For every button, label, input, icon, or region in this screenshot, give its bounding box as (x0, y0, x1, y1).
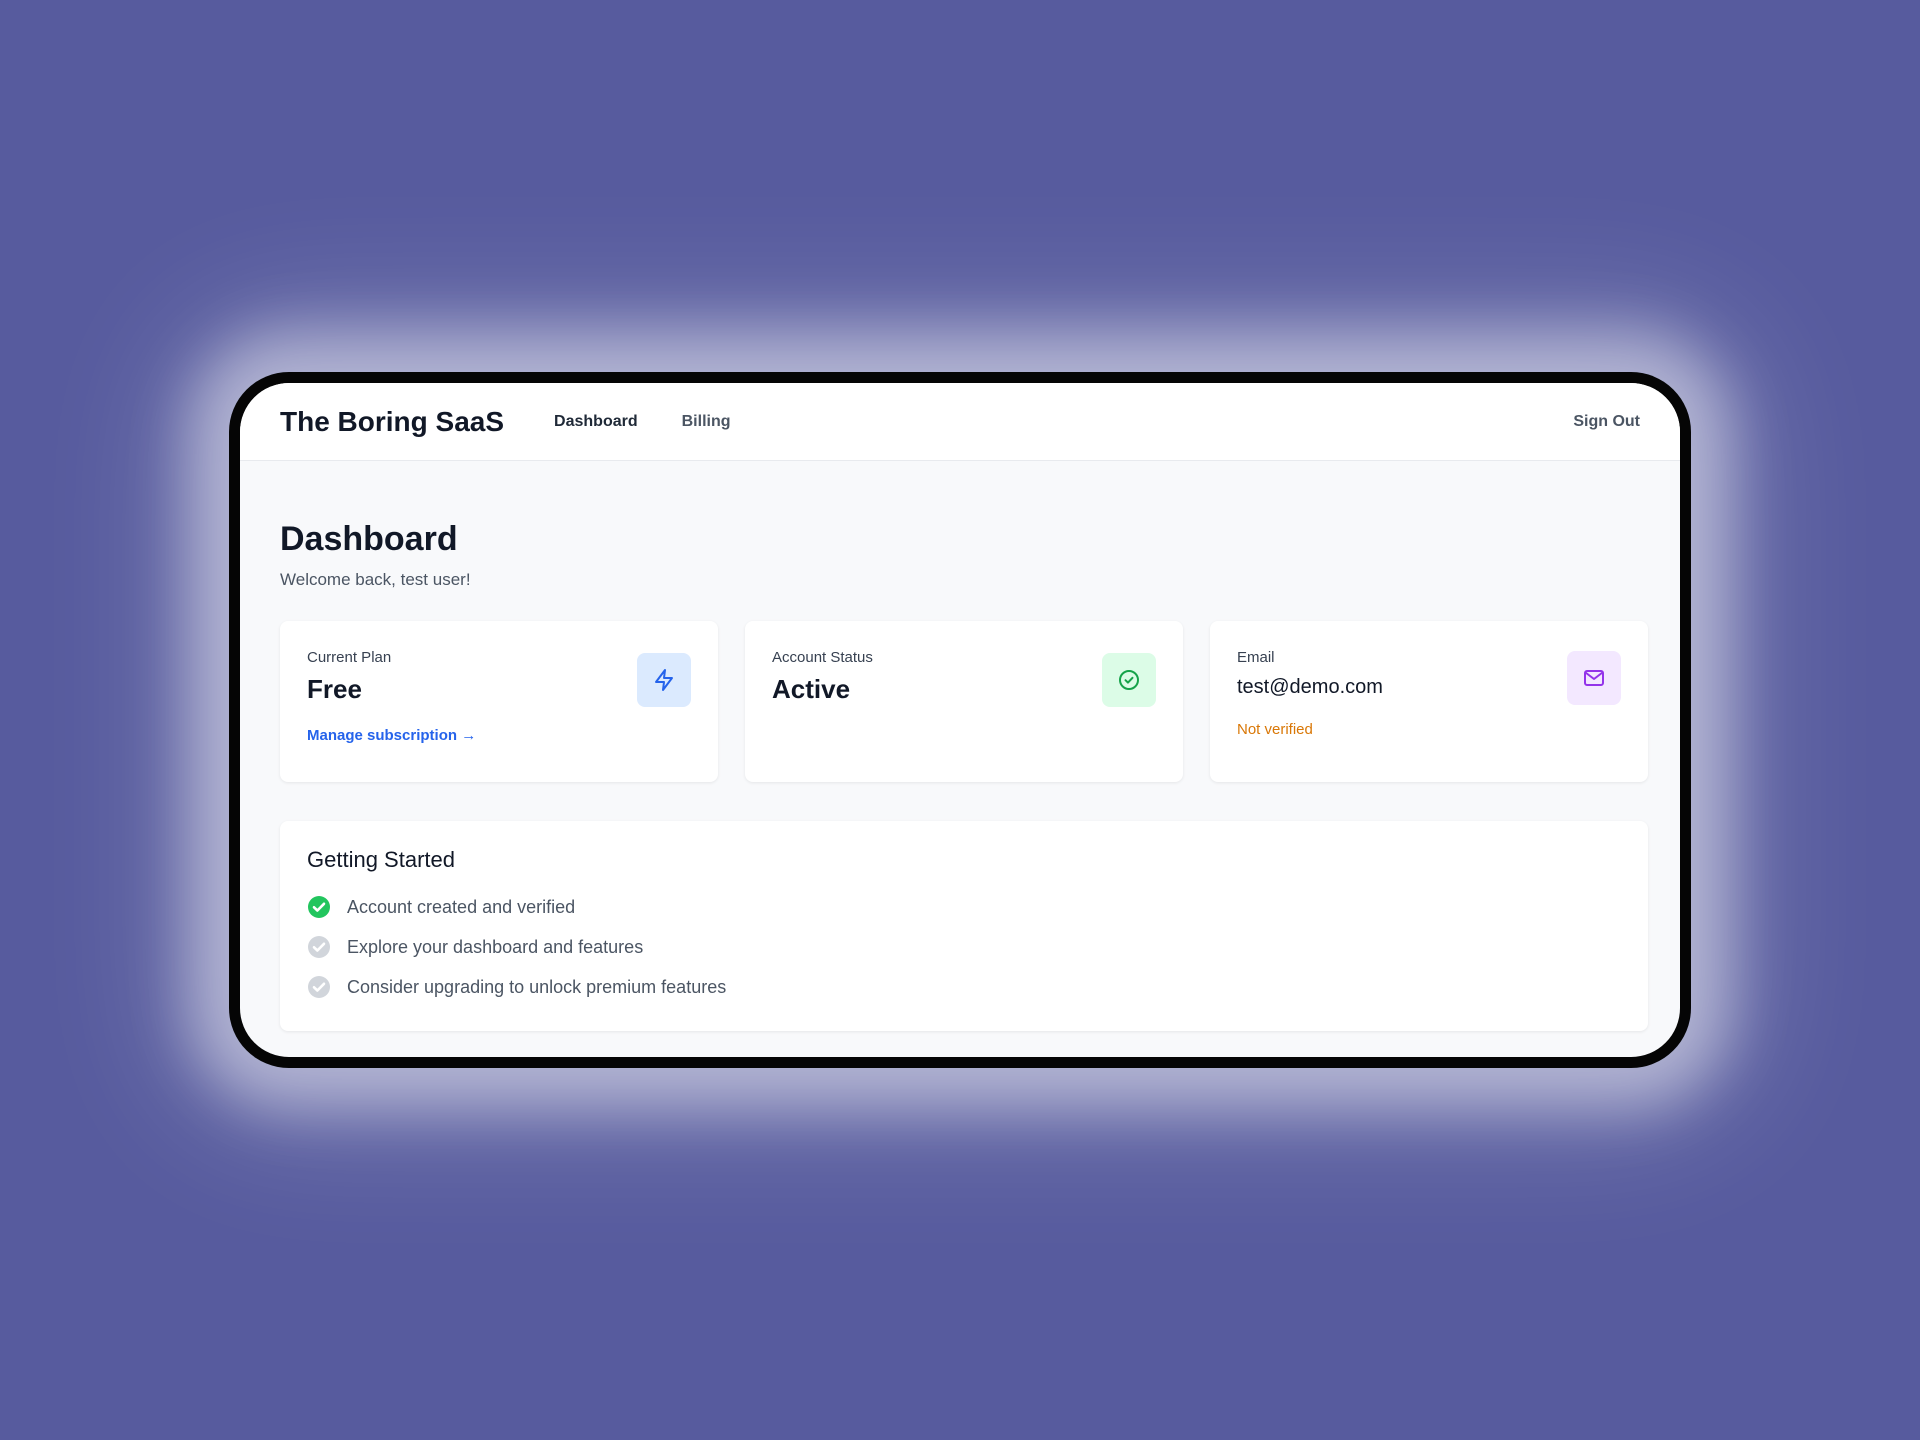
stats-cards: Current Plan Free Manage subscription → … (280, 621, 1648, 782)
check-pending-icon (308, 936, 330, 958)
check-pending-icon (308, 976, 330, 998)
checklist-text: Account created and verified (347, 896, 576, 917)
section-title: Getting Started (307, 847, 455, 872)
check-complete-icon (308, 896, 330, 918)
status-value: Active (772, 674, 851, 704)
brand-logo[interactable]: The Boring SaaS (280, 406, 504, 438)
card-label: Account Status (772, 649, 873, 666)
lightning-icon (637, 653, 691, 707)
plan-value: Free (307, 674, 362, 704)
welcome-message: Welcome back, test user! (280, 570, 471, 589)
app-screen: The Boring SaaS Dashboard Billing Sign O… (240, 383, 1680, 1057)
page-title: Dashboard (280, 520, 458, 558)
nav-dashboard[interactable]: Dashboard (554, 413, 638, 431)
manage-subscription-link[interactable]: Manage subscription → (307, 727, 476, 744)
checklist-text: Explore your dashboard and features (347, 936, 644, 957)
device-frame: The Boring SaaS Dashboard Billing Sign O… (229, 372, 1691, 1068)
main-content: Dashboard Welcome back, test user! Curre… (240, 461, 1680, 1031)
nav-billing[interactable]: Billing (682, 413, 731, 431)
email-value: test@demo.com (1237, 676, 1383, 698)
account-status-card: Account Status Active (745, 621, 1183, 782)
top-navbar: The Boring SaaS Dashboard Billing Sign O… (240, 383, 1680, 461)
checklist-item: Consider upgrading to unlock premium fea… (307, 967, 1621, 1007)
sign-out-button[interactable]: Sign Out (1573, 413, 1640, 431)
checklist-item: Account created and verified (307, 887, 1621, 927)
card-label: Email (1237, 649, 1275, 666)
verification-status: Not verified (1237, 721, 1313, 738)
check-circle-icon (1102, 653, 1156, 707)
getting-started-panel: Getting Started Account created and veri… (280, 821, 1648, 1031)
card-label: Current Plan (307, 649, 392, 666)
email-card: Email test@demo.com Not verified (1210, 621, 1648, 782)
current-plan-card: Current Plan Free Manage subscription → (280, 621, 718, 782)
checklist-text: Consider upgrading to unlock premium fea… (347, 976, 727, 997)
mail-icon (1567, 651, 1621, 705)
checklist-item: Explore your dashboard and features (307, 927, 1621, 967)
